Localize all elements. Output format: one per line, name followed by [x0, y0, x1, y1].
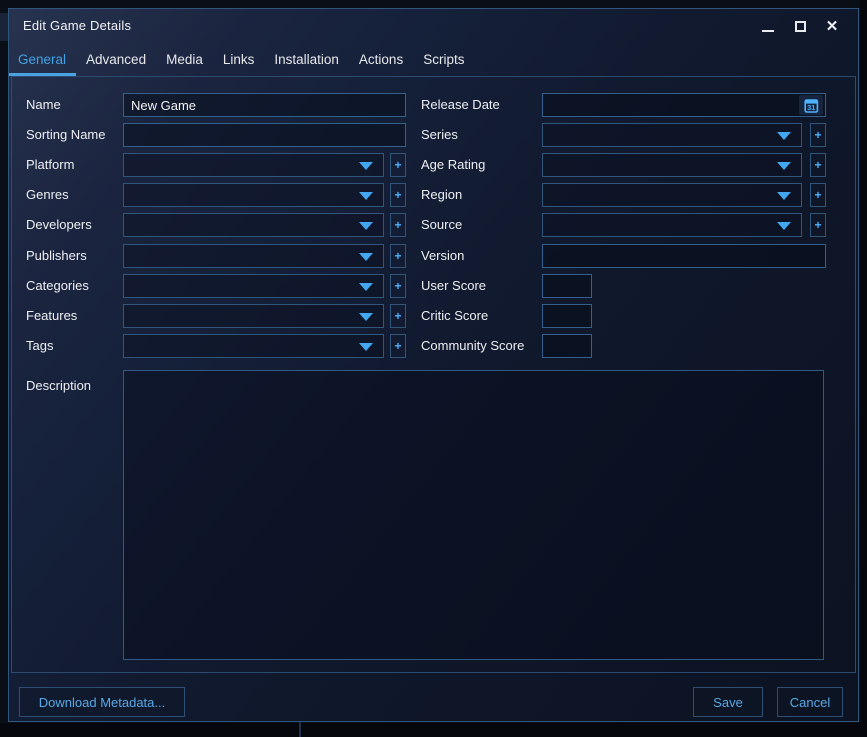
tab-scripts[interactable]: Scripts: [413, 43, 474, 76]
name-input[interactable]: [123, 93, 406, 117]
dialog-title: Edit Game Details: [23, 18, 132, 33]
cancel-button[interactable]: Cancel: [777, 687, 843, 717]
tab-actions[interactable]: Actions: [349, 43, 413, 76]
critic-score-input[interactable]: [542, 304, 592, 328]
developers-add-button[interactable]: +: [390, 213, 406, 237]
field-label-region: Region: [421, 187, 463, 202]
tags-dropdown[interactable]: [123, 334, 384, 358]
field-label-description: Description: [26, 378, 92, 393]
chevron-down-icon: [359, 222, 373, 230]
window-controls: ✕: [752, 9, 848, 43]
tab-media[interactable]: Media: [156, 43, 213, 76]
background-window-edge: [299, 722, 301, 737]
field-label-critic-score: Critic Score: [421, 308, 489, 323]
chevron-down-icon: [359, 253, 373, 261]
field-label-source: Source: [421, 217, 463, 232]
calendar-icon: 31: [803, 98, 819, 113]
svg-text:31: 31: [807, 103, 815, 112]
chevron-down-icon: [359, 343, 373, 351]
field-label-release-date: Release Date: [421, 97, 500, 112]
field-label-genres: Genres: [26, 187, 69, 202]
source-add-button[interactable]: +: [810, 213, 826, 237]
genres-add-button[interactable]: +: [390, 183, 406, 207]
field-label-age-rating: Age Rating: [421, 157, 486, 172]
minimize-button[interactable]: [752, 9, 784, 43]
developers-dropdown[interactable]: [123, 213, 384, 237]
categories-add-button[interactable]: +: [390, 274, 406, 298]
field-label-platform: Platform: [26, 157, 75, 172]
tab-bar: General Advanced Media Links Installation Act…: [9, 43, 858, 76]
background-bottom-strip: [0, 723, 867, 737]
description-input[interactable]: [123, 370, 824, 660]
genres-dropdown[interactable]: [123, 183, 384, 207]
background-right-strip: [860, 0, 867, 737]
minimize-icon: [762, 30, 774, 32]
field-label-name: Name: [26, 97, 61, 112]
series-add-button[interactable]: +: [810, 123, 826, 147]
field-label-categories: Categories: [26, 278, 89, 293]
series-dropdown[interactable]: [542, 123, 802, 147]
chevron-down-icon: [777, 222, 791, 230]
age-rating-add-button[interactable]: +: [810, 153, 826, 177]
field-label-series: Series: [421, 127, 458, 142]
download-metadata-button[interactable]: Download Metadata...: [19, 687, 185, 717]
chevron-down-icon: [359, 162, 373, 170]
chevron-down-icon: [359, 192, 373, 200]
title-bar[interactable]: Edit Game Details ✕: [9, 9, 858, 43]
field-label-features: Features: [26, 308, 78, 323]
chevron-down-icon: [777, 192, 791, 200]
chevron-down-icon: [777, 132, 791, 140]
platform-add-button[interactable]: +: [390, 153, 406, 177]
maximize-button[interactable]: [784, 9, 816, 43]
tags-add-button[interactable]: +: [390, 334, 406, 358]
general-tab-panel: Name Sorting Name Platform + Genres + Develope…: [11, 76, 856, 673]
close-button[interactable]: ✕: [816, 9, 848, 43]
field-label-tags: Tags: [26, 338, 54, 353]
tab-general[interactable]: General: [9, 43, 77, 76]
tab-installation[interactable]: Installation: [264, 43, 349, 76]
field-label-user-score: User Score: [421, 278, 487, 293]
community-score-input[interactable]: [542, 334, 592, 358]
age-rating-dropdown[interactable]: [542, 153, 802, 177]
field-label-community-score: Community Score: [421, 338, 525, 353]
platform-dropdown[interactable]: [123, 153, 384, 177]
region-dropdown[interactable]: [542, 183, 802, 207]
tab-links[interactable]: Links: [213, 43, 265, 76]
chevron-down-icon: [777, 162, 791, 170]
release-date-input[interactable]: [542, 93, 826, 117]
publishers-dropdown[interactable]: [123, 244, 384, 268]
close-icon: ✕: [825, 17, 839, 35]
field-label-publishers: Publishers: [26, 248, 87, 263]
field-label-sorting-name: Sorting Name: [26, 127, 106, 142]
field-label-developers: Developers: [26, 217, 92, 232]
chevron-down-icon: [359, 313, 373, 321]
field-label-version: Version: [421, 248, 465, 263]
features-dropdown[interactable]: [123, 304, 384, 328]
edit-game-details-dialog: Edit Game Details ✕ General Advanced Media…: [8, 8, 859, 722]
chevron-down-icon: [359, 283, 373, 291]
version-input[interactable]: [542, 244, 826, 268]
categories-dropdown[interactable]: [123, 274, 384, 298]
screen: Edit Game Details ✕ General Advanced Media…: [0, 0, 867, 737]
save-button[interactable]: Save: [693, 687, 763, 717]
publishers-add-button[interactable]: +: [390, 244, 406, 268]
user-score-input[interactable]: [542, 274, 592, 298]
region-add-button[interactable]: +: [810, 183, 826, 207]
maximize-icon: [794, 20, 806, 32]
features-add-button[interactable]: +: [390, 304, 406, 328]
calendar-button[interactable]: 31: [799, 95, 823, 115]
sorting-name-input[interactable]: [123, 123, 406, 147]
background-app-fragment: [0, 13, 8, 41]
source-dropdown[interactable]: [542, 213, 802, 237]
tab-advanced[interactable]: Advanced: [76, 43, 156, 76]
